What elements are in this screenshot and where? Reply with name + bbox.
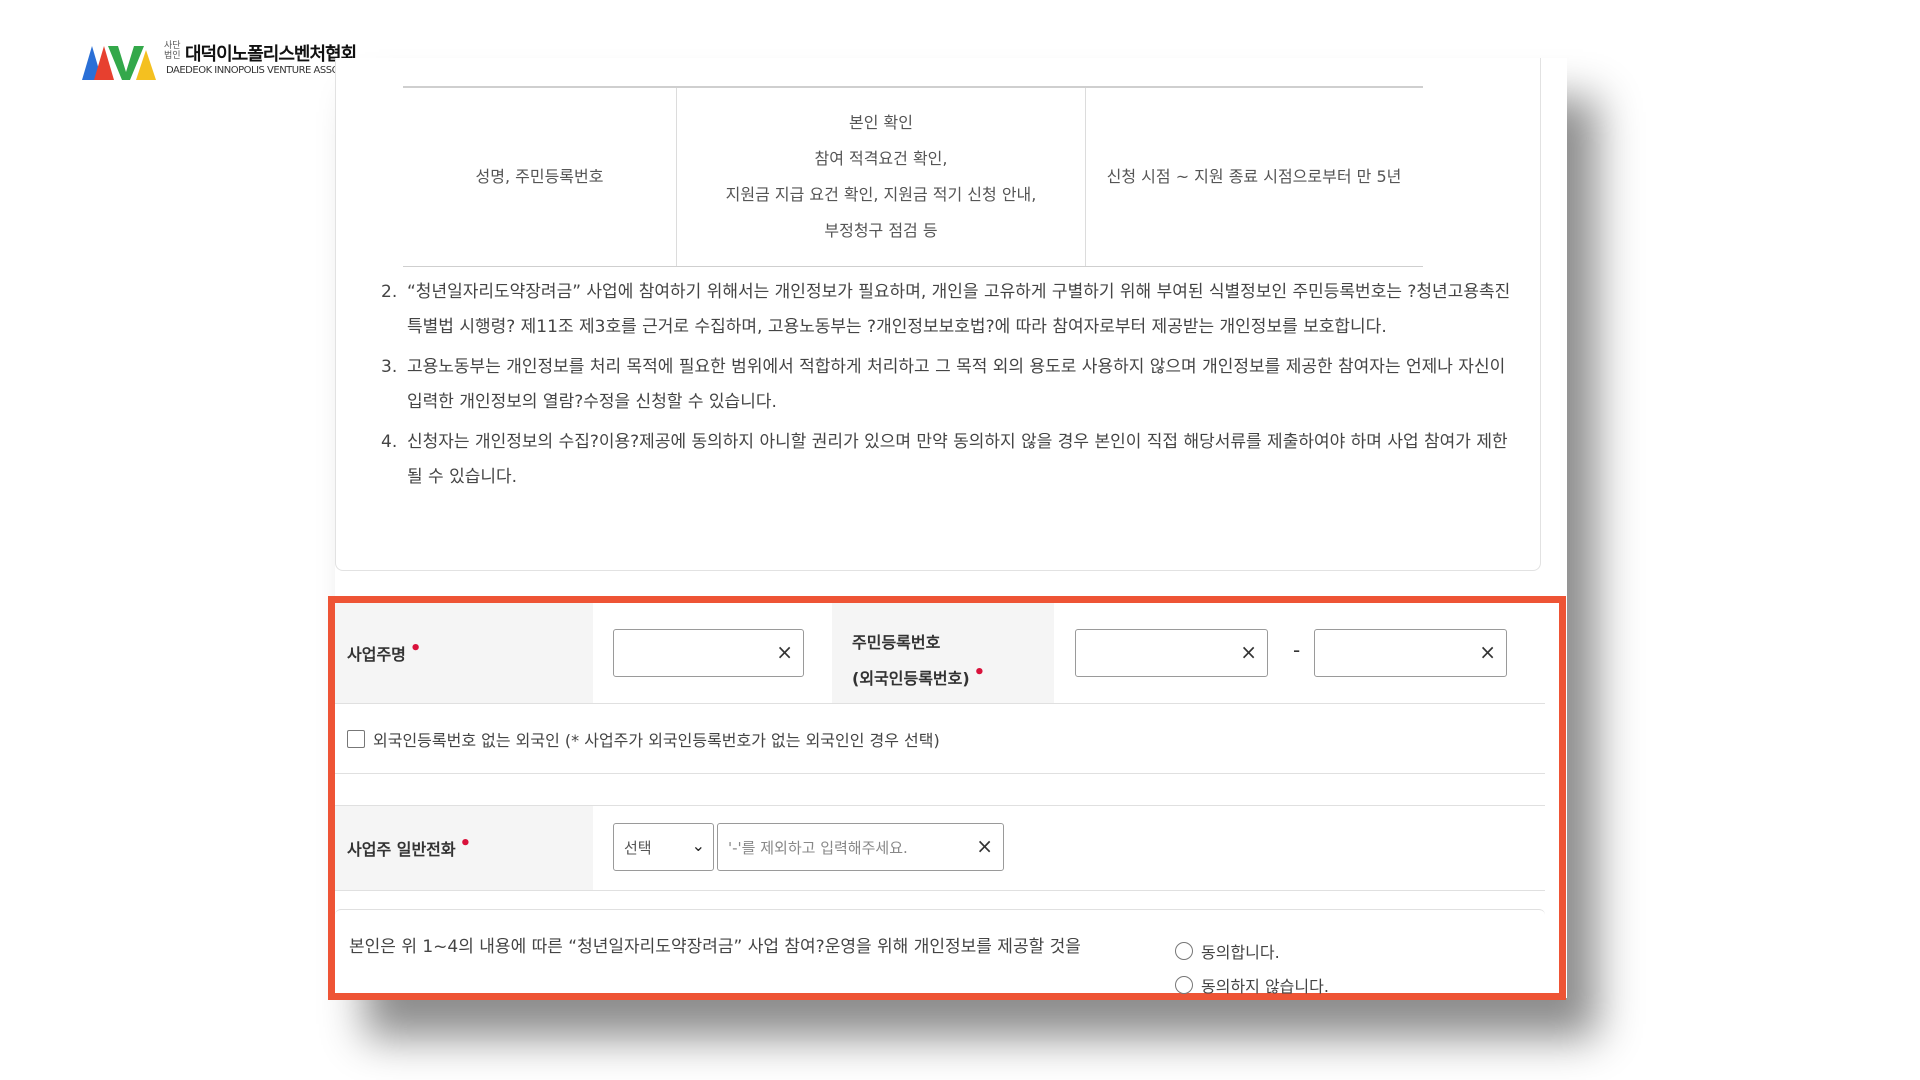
note-text: 고용노동부는 개인정보를 처리 목적에 필요한 범위에서 적합하게 처리하고 그… bbox=[407, 357, 1506, 412]
note-item: 4. 신청자는 개인정보의 수집?이용?제공에 동의하지 아니할 권리가 있으며… bbox=[381, 425, 1511, 495]
phone-area-select[interactable]: 선택 ⌄ bbox=[613, 823, 714, 871]
owner-name-label-cell: 사업주명 • bbox=[335, 603, 593, 703]
owner-name-label: 사업주명 bbox=[347, 645, 406, 664]
purpose-line: 지원금 지급 요건 확인, 지원금 적기 신청 안내, bbox=[725, 185, 1037, 204]
foreigner-row: 외국인등록번호 없는 외국인 (* 사업주가 외국인등록번호가 없는 외국인인 … bbox=[335, 703, 1545, 774]
chevron-down-icon: ⌄ bbox=[691, 836, 705, 855]
owner-info-form: 사업주명 • × 주민등록번호 (외국인등록번호) • × - × 외국인등록번호 … bbox=[328, 596, 1566, 1000]
purpose-line: 본인 확인 bbox=[849, 113, 913, 132]
purpose-cell: 본인 확인 참여 적격요건 확인, 지원금 지급 요건 확인, 지원금 적기 신… bbox=[676, 88, 1086, 266]
rrn-dash: - bbox=[1293, 638, 1301, 662]
clear-owner-name-button[interactable]: × bbox=[776, 640, 793, 664]
logo-mark-icon bbox=[82, 46, 156, 80]
consent-statement: 본인은 위 1~4의 내용에 따른 “청년일자리도약장려금” 사업 참여?운영을… bbox=[349, 937, 1081, 957]
clear-rrn-back-button[interactable]: × bbox=[1479, 640, 1496, 664]
agree-label[interactable]: 동의합니다. bbox=[1201, 939, 1280, 963]
phone-row: 사업주 일반전화 • 선택 ⌄ '-'를 제외하고 입력해주세요. × bbox=[335, 805, 1545, 891]
rrn-label-cell: 주민등록번호 (외국인등록번호) • bbox=[832, 603, 1054, 703]
rrn-back-input[interactable]: × bbox=[1314, 629, 1507, 677]
disagree-radio[interactable] bbox=[1175, 976, 1193, 994]
owner-name-input[interactable]: × bbox=[613, 629, 804, 677]
note-number: 3. bbox=[381, 357, 398, 377]
foreigner-checkbox-label[interactable]: 외국인등록번호 없는 외국인 (* 사업주가 외국인등록번호가 없는 외국인인 … bbox=[373, 727, 940, 751]
logo-small-text: 사단 법인 bbox=[164, 41, 181, 61]
phone-label: 사업주 일반전화 bbox=[347, 840, 456, 859]
alien-registration-label: (외국인등록번호) bbox=[852, 669, 970, 688]
purpose-table: 성명, 주민등록번호 본인 확인 참여 적격요건 확인, 지원금 지급 요건 확… bbox=[403, 86, 1423, 267]
clear-rrn-front-button[interactable]: × bbox=[1240, 640, 1257, 664]
purpose-line: 부정청구 점검 등 bbox=[824, 221, 938, 240]
foreigner-checkbox[interactable] bbox=[347, 730, 365, 748]
note-number: 4. bbox=[381, 432, 398, 452]
phone-placeholder: '-'를 제외하고 입력해주세요. bbox=[728, 839, 908, 857]
purpose-line: 참여 적격요건 확인, bbox=[814, 149, 948, 168]
phone-area-selected: 선택 bbox=[624, 839, 652, 857]
phone-number-input[interactable]: '-'를 제외하고 입력해주세요. × bbox=[717, 823, 1004, 871]
consent-document: 성명, 주민등록번호 본인 확인 참여 적격요건 확인, 지원금 지급 요건 확… bbox=[328, 58, 1567, 1000]
owner-name-rrn-row: 사업주명 • × 주민등록번호 (외국인등록번호) • × - × bbox=[335, 603, 1545, 704]
required-mark: • bbox=[973, 662, 986, 683]
privacy-info-box: 성명, 주민등록번호 본인 확인 참여 적격요건 확인, 지원금 지급 요건 확… bbox=[335, 58, 1541, 571]
required-mark: • bbox=[459, 833, 472, 854]
note-text: 신청자는 개인정보의 수집?이용?제공에 동의하지 아니할 권리가 있으며 만약… bbox=[407, 432, 1508, 487]
retention-period-cell: 신청 시점 ~ 지원 종료 시점으로부터 만 5년 bbox=[1106, 167, 1402, 186]
rrn-label: 주민등록번호 bbox=[852, 633, 941, 652]
consent-row: 본인은 위 1~4의 내용에 따른 “청년일자리도약장려금” 사업 참여?운영을… bbox=[335, 909, 1545, 997]
agree-radio[interactable] bbox=[1175, 942, 1193, 960]
logo-name: 대덕이노폴리스벤처협회 bbox=[185, 44, 357, 65]
note-item: 2. “청년일자리도약장려금” 사업에 참여하기 위해서는 개인정보가 필요하며… bbox=[381, 275, 1511, 345]
note-number: 2. bbox=[381, 282, 398, 302]
privacy-notes: 2. “청년일자리도약장려금” 사업에 참여하기 위해서는 개인정보가 필요하며… bbox=[381, 275, 1511, 500]
note-text: “청년일자리도약장려금” 사업에 참여하기 위해서는 개인정보가 필요하며, 개… bbox=[407, 282, 1511, 337]
clear-phone-button[interactable]: × bbox=[976, 834, 993, 858]
disagree-label[interactable]: 동의하지 않습니다. bbox=[1201, 973, 1329, 997]
note-item: 3. 고용노동부는 개인정보를 처리 목적에 필요한 범위에서 적합하게 처리하… bbox=[381, 350, 1511, 420]
required-mark: • bbox=[409, 638, 422, 659]
collected-items-cell: 성명, 주민등록번호 bbox=[475, 167, 604, 186]
phone-label-cell: 사업주 일반전화 • bbox=[335, 806, 593, 890]
rrn-front-input[interactable]: × bbox=[1075, 629, 1268, 677]
